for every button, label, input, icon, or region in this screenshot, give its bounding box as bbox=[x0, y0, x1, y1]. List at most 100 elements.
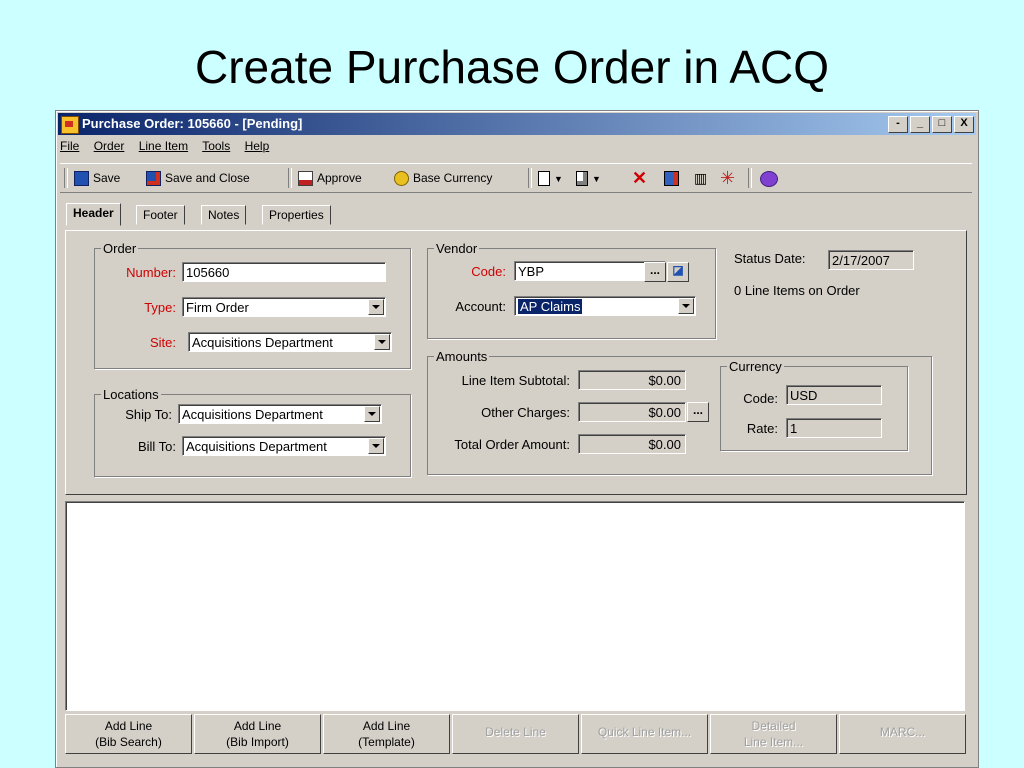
new-button[interactable]: ▼ bbox=[538, 168, 563, 188]
subtotal-label: Line Item Subtotal: bbox=[461, 373, 570, 388]
chevron-down-icon[interactable] bbox=[374, 334, 390, 350]
vendor-group: Vendor bbox=[427, 241, 716, 339]
vendor-lookup-icon[interactable]: ◪ bbox=[667, 262, 689, 282]
minimize-button[interactable]: _ bbox=[910, 116, 930, 133]
report-icon bbox=[664, 171, 679, 187]
tab-notes[interactable]: Notes bbox=[201, 205, 247, 225]
account-label: Account: bbox=[455, 299, 506, 314]
approve-button[interactable]: Approve bbox=[298, 168, 362, 188]
add-line-template-button[interactable]: Add Line (Template) bbox=[323, 714, 450, 754]
title-bar: Purchase Order: 105660 - [Pending] - _ □… bbox=[58, 113, 976, 135]
total-field: $0.00 bbox=[578, 434, 686, 454]
ship-to-select[interactable]: Acquisitions Department bbox=[178, 404, 382, 424]
coins-icon bbox=[394, 171, 409, 187]
delete-icon[interactable]: ✕ bbox=[632, 168, 647, 188]
type-select[interactable]: Firm Order bbox=[182, 297, 386, 317]
other-charges-browse-button[interactable]: ... bbox=[687, 402, 709, 422]
save-and-close-button[interactable]: Save and Close bbox=[146, 168, 250, 188]
bill-to-select[interactable]: Acquisitions Department bbox=[182, 436, 386, 456]
account-value: AP Claims bbox=[518, 299, 583, 314]
purchase-order-window: Purchase Order: 105660 - [Pending] - _ □… bbox=[55, 110, 979, 768]
currency-rate-field: 1 bbox=[786, 418, 882, 438]
slide-title: Create Purchase Order in ACQ bbox=[194, 41, 830, 93]
marc-button[interactable]: MARC... bbox=[839, 714, 966, 754]
add-line-bib-import-button[interactable]: Add Line (Bib Import) bbox=[194, 714, 321, 754]
subtotal-field: $0.00 bbox=[578, 370, 686, 390]
account-select[interactable]: AP Claims bbox=[514, 296, 696, 316]
maximize-button[interactable]: □ bbox=[932, 116, 952, 133]
approve-label: Approve bbox=[317, 171, 362, 185]
chevron-down-icon: ▼ bbox=[592, 174, 601, 184]
other-charges-label: Other Charges: bbox=[481, 405, 570, 420]
other-charges-field: $0.00 bbox=[578, 402, 686, 422]
toolbar: Save Save and Close Approve Base Currenc… bbox=[60, 163, 972, 193]
new-document-icon bbox=[538, 171, 550, 187]
line-items-count: 0 Line Items on Order bbox=[734, 283, 860, 298]
tab-properties[interactable]: Properties bbox=[262, 205, 331, 225]
bill-to-value: Acquisitions Department bbox=[186, 439, 327, 454]
app-icon bbox=[61, 116, 79, 134]
chevron-down-icon[interactable] bbox=[368, 299, 384, 315]
restore-child-button[interactable]: - bbox=[888, 116, 908, 133]
approve-document-icon bbox=[298, 171, 313, 187]
chevron-down-icon[interactable] bbox=[368, 438, 384, 454]
currency-legend: Currency bbox=[729, 359, 782, 374]
menu-order[interactable]: Order bbox=[94, 139, 125, 153]
chevron-down-icon[interactable] bbox=[364, 406, 380, 422]
site-label: Site: bbox=[149, 335, 176, 350]
add-line-bib-search-button[interactable]: Add Line (Bib Search) bbox=[65, 714, 192, 754]
menu-tools[interactable]: Tools bbox=[202, 139, 230, 153]
window-title: Purchase Order: 105660 - [Pending] bbox=[82, 116, 303, 131]
amounts-legend: Amounts bbox=[436, 349, 488, 364]
delete-line-button[interactable]: Delete Line bbox=[452, 714, 579, 754]
save-label: Save bbox=[93, 171, 121, 185]
status-date-label: Status Date: bbox=[734, 251, 806, 266]
ship-to-value: Acquisitions Department bbox=[182, 407, 323, 422]
vendor-legend: Vendor bbox=[436, 241, 478, 256]
menu-bar: File Order Line Item Tools Help bbox=[60, 139, 280, 159]
site-value: Acquisitions Department bbox=[192, 335, 333, 350]
bill-to-label: Bill To: bbox=[137, 439, 176, 454]
currency-code-field: USD bbox=[786, 385, 882, 405]
chevron-down-icon[interactable] bbox=[678, 298, 694, 314]
type-label: Type: bbox=[144, 300, 176, 315]
print-preview-button[interactable]: ▼ bbox=[576, 168, 601, 188]
site-select[interactable]: Acquisitions Department bbox=[188, 332, 392, 352]
vendor-browse-button[interactable]: ... bbox=[644, 262, 666, 282]
base-currency-label: Base Currency bbox=[413, 171, 493, 185]
tab-header[interactable]: Header bbox=[66, 203, 121, 226]
currency-rate-label: Rate: bbox=[746, 421, 778, 436]
menu-line-item[interactable]: Line Item bbox=[139, 139, 188, 153]
number-label: Number: bbox=[126, 265, 176, 280]
base-currency-button[interactable]: Base Currency bbox=[394, 168, 492, 188]
vendor-code-label: Code: bbox=[471, 264, 506, 279]
locations-group: Locations bbox=[94, 387, 411, 477]
type-value: Firm Order bbox=[186, 300, 249, 315]
floppy-disk-icon bbox=[74, 171, 89, 187]
save-button[interactable]: Save bbox=[74, 168, 120, 188]
header-panel: Order Number: 105660 Type: Firm Order Si… bbox=[65, 230, 967, 495]
status-date-field: 2/17/2007 bbox=[828, 250, 914, 270]
menu-file[interactable]: File bbox=[60, 139, 79, 153]
close-button[interactable]: X bbox=[954, 116, 974, 133]
save-close-icon bbox=[146, 171, 161, 187]
line-item-button-bar: Add Line (Bib Search) Add Line (Bib Impo… bbox=[65, 714, 966, 756]
save-close-label: Save and Close bbox=[165, 171, 250, 185]
currency-code-label: Code: bbox=[743, 391, 778, 406]
print-preview-icon bbox=[576, 171, 588, 187]
locations-legend: Locations bbox=[103, 387, 159, 402]
order-legend: Order bbox=[103, 241, 137, 256]
report-button[interactable] bbox=[664, 168, 683, 188]
menu-help[interactable]: Help bbox=[245, 139, 270, 153]
quick-line-item-button[interactable]: Quick Line Item... bbox=[581, 714, 708, 754]
help-icon bbox=[760, 170, 778, 187]
asterisk-icon[interactable]: ✳ bbox=[720, 168, 735, 188]
detailed-line-item-button[interactable]: Detailed Line Item... bbox=[710, 714, 837, 754]
line-items-list[interactable] bbox=[65, 501, 965, 711]
help-button[interactable] bbox=[760, 168, 782, 188]
chevron-down-icon: ▼ bbox=[554, 174, 563, 184]
number-field[interactable]: 105660 bbox=[182, 262, 386, 282]
barcode-icon[interactable]: ▥ bbox=[694, 168, 707, 188]
tab-footer[interactable]: Footer bbox=[136, 205, 185, 225]
ship-to-label: Ship To: bbox=[125, 407, 172, 422]
